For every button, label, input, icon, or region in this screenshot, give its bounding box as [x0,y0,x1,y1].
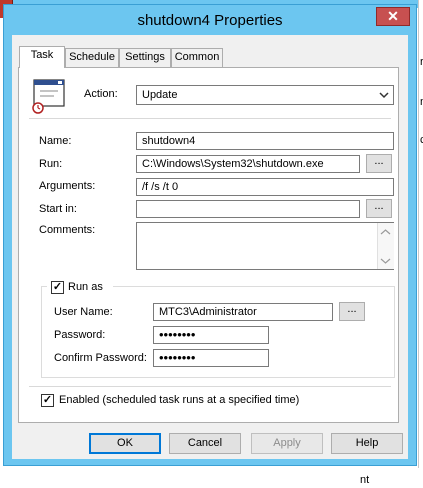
password-field[interactable]: •••••••• [153,326,269,344]
run-field[interactable]: C:\Windows\System32\shutdown.exe [136,155,360,173]
run-as-label: Run as [68,281,103,293]
window-title: shutdown4 Properties [137,12,283,29]
run-label: Run: [39,158,63,170]
title-bar[interactable]: shutdown4 Properties ✕ [4,5,416,35]
tab-task[interactable]: Task [19,46,65,68]
run-browse-button[interactable]: ... [366,154,392,173]
tab-settings[interactable]: Settings [119,48,171,67]
name-field[interactable]: shutdown4 [136,132,394,150]
background-text-fragment: nt [360,474,370,486]
password-label: Password: [54,329,106,341]
scroll-up-icon[interactable] [380,227,391,239]
arguments-field[interactable]: /f /s /t 0 [136,178,394,196]
checkmark-icon: ✓ [42,394,53,406]
comments-label: Comments: [39,224,96,236]
apply-button[interactable]: Apply [251,433,323,454]
run-as-checkbox[interactable]: ✓ [51,281,64,294]
background-window-edge [418,0,423,488]
confirm-password-label: Confirm Password: [54,352,147,364]
confirm-password-field[interactable]: •••••••• [153,349,269,367]
user-name-label: User Name: [54,306,113,318]
comments-field[interactable] [136,222,394,270]
close-button[interactable]: ✕ [376,7,410,26]
action-label: Action: [84,88,118,100]
run-as-legend: ✓ Run as [47,279,113,295]
user-browse-button[interactable]: ... [339,302,365,321]
scroll-down-icon[interactable] [380,256,391,268]
tab-common[interactable]: Common [171,48,223,67]
scheduled-task-icon [32,79,66,115]
dialog-client-area: Task Schedule Settings Common Action: Up… [12,35,408,459]
help-button[interactable]: Help [331,433,403,454]
chevron-down-icon [378,89,390,101]
start-in-browse-button[interactable]: ... [366,199,392,218]
enabled-label: Enabled (scheduled task runs at a specif… [59,394,300,406]
start-in-field[interactable] [136,200,360,218]
tab-schedule[interactable]: Schedule [65,48,119,67]
arguments-label: Arguments: [39,180,96,192]
user-name-field[interactable]: MTC3\Administrator [153,303,333,321]
comments-scrollbar[interactable] [377,223,394,269]
name-label: Name: [39,135,72,147]
action-select-value: Update [142,89,178,101]
close-icon: ✕ [387,8,399,24]
start-in-label: Start in: [39,203,77,215]
separator [29,118,391,119]
separator [29,386,391,387]
action-select[interactable]: Update [136,85,394,105]
properties-dialog: shutdown4 Properties ✕ Task Schedule Set… [3,4,417,466]
enabled-checkbox[interactable]: ✓ [41,394,54,407]
task-tab-panel: Action: Update Name: shutdown4 Run: C:\W… [18,67,399,423]
cancel-button[interactable]: Cancel [169,433,241,454]
ok-button[interactable]: OK [89,433,161,454]
checkmark-icon: ✓ [52,281,63,293]
